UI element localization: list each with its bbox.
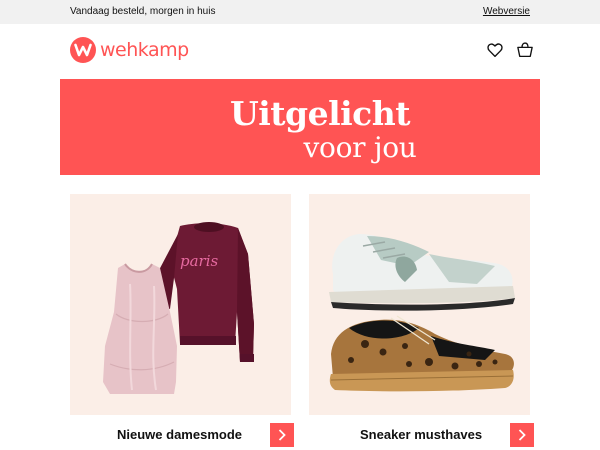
- heart-icon[interactable]: [486, 41, 504, 59]
- white-sneaker-illustration: [329, 234, 515, 311]
- sneakers-arrow-button[interactable]: [510, 423, 534, 447]
- banner-title: Uitgelicht: [229, 94, 411, 133]
- chevron-right-icon: [278, 429, 286, 441]
- card-label-womens-fashion[interactable]: Nieuwe damesmode: [117, 427, 242, 442]
- delivery-message: Vandaag besteld, morgen in huis: [70, 6, 216, 17]
- card-label-sneakers[interactable]: Sneaker musthaves: [360, 427, 482, 442]
- top-bar: Vandaag besteld, morgen in huis Webversi…: [0, 0, 600, 24]
- womens-clothing-image[interactable]: paris: [70, 194, 291, 415]
- wehkamp-logo[interactable]: wehkamp: [70, 37, 189, 63]
- sweater-script-text: paris: [180, 252, 219, 270]
- header: wehkamp: [0, 24, 600, 80]
- logo-mark-icon: [70, 37, 96, 63]
- sneakers-image[interactable]: [309, 194, 530, 415]
- web-version-link[interactable]: Webversie: [483, 6, 530, 17]
- logo-wordmark: wehkamp: [100, 39, 189, 61]
- featured-banner[interactable]: Uitgelicht voor jou: [60, 79, 540, 175]
- womens-fashion-arrow-button[interactable]: [270, 423, 294, 447]
- leopard-sneaker-illustration: [329, 315, 514, 392]
- banner-subtitle: voor jou: [303, 131, 417, 164]
- shopping-bag-icon[interactable]: [516, 41, 534, 59]
- chevron-right-icon: [518, 429, 526, 441]
